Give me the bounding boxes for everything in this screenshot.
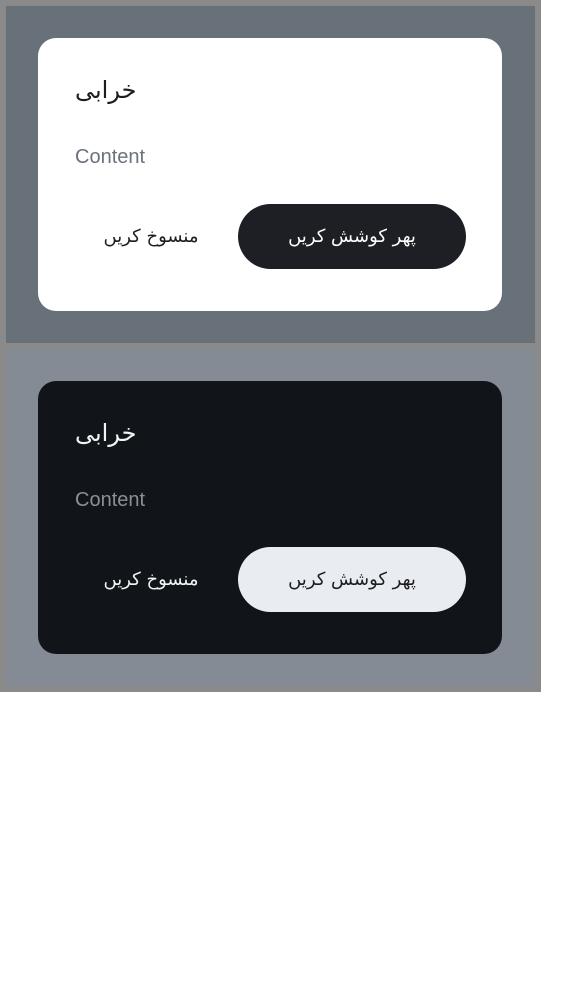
retry-button[interactable]: پھر کوشش کریں <box>238 204 466 269</box>
light-dialog-preview: خرابی Content منسوخ کریں پھر کوشش کریں <box>6 6 535 343</box>
dialog-title: خرابی <box>75 419 137 447</box>
dialog-content: Content <box>75 489 146 511</box>
cancel-button[interactable]: منسوخ کریں <box>78 547 224 612</box>
error-dialog-light: خرابی Content منسوخ کریں پھر کوشش کریں <box>38 38 502 311</box>
cancel-button[interactable]: منسوخ کریں <box>78 204 224 269</box>
error-dialog-dark: خرابی Content منسوخ کریں پھر کوشش کریں <box>38 381 502 654</box>
retry-button[interactable]: پھر کوشش کریں <box>238 547 466 612</box>
dialog-title: خرابی <box>75 76 137 104</box>
dark-dialog-preview: خرابی Content منسوخ کریں پھر کوشش کریں <box>6 349 535 686</box>
preview-frame: خرابی Content منسوخ کریں پھر کوشش کریں خ… <box>0 0 541 692</box>
dialog-content: Content <box>75 146 146 168</box>
